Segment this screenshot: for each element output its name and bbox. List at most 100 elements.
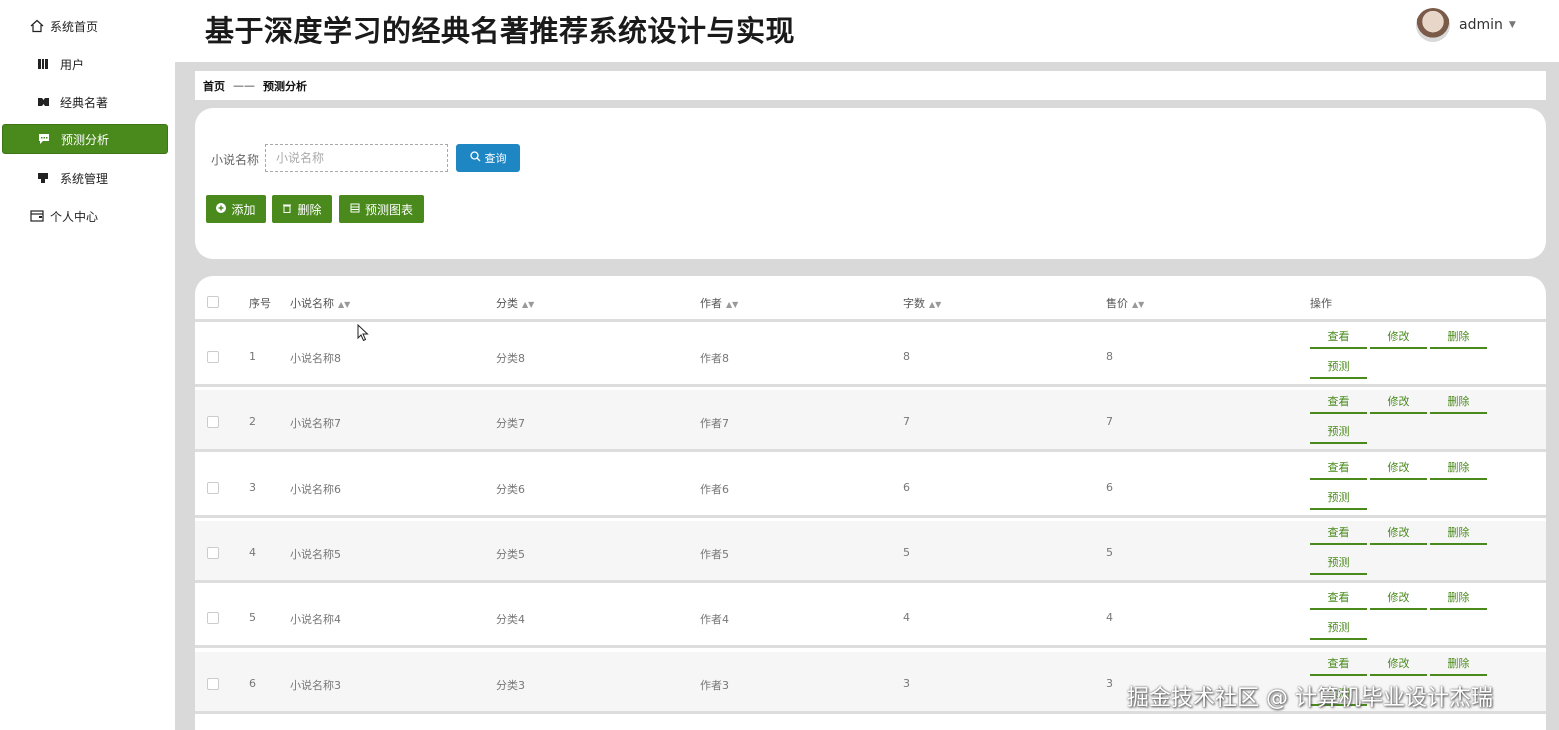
cell-name: 小说名称3 (290, 678, 341, 692)
add-button[interactable]: 添加 (206, 195, 266, 223)
sort-icon[interactable]: ▲▼ (726, 300, 738, 309)
chat-icon (37, 132, 51, 146)
sidebar-item-label: 系统首页 (50, 19, 99, 34)
predict-row-button[interactable]: 预测 (1310, 359, 1367, 379)
header-label: 字数 (903, 297, 925, 310)
row-checkbox[interactable] (207, 351, 219, 363)
cell-price: 7 (1106, 415, 1113, 429)
sort-icon[interactable]: ▲▼ (929, 300, 941, 309)
sidebar-item-prediction[interactable]: 预测分析 (2, 124, 168, 154)
sidebar-item-label: 经典名著 (60, 95, 109, 110)
table-row[interactable]: 4 小说名称5 分类5 作者5 5 5 查看 修改 删除 预测 (195, 520, 1546, 583)
data-table: 序号 小说名称 ▲▼ 分类 ▲▼ 作者 ▲▼ 字数 ▲▼ 售价 ▲▼ 操作 1 小说名称8 分… (195, 276, 1546, 730)
row-checkbox[interactable] (207, 677, 219, 690)
trash-icon (282, 203, 292, 216)
cell-index: 2 (249, 415, 256, 429)
header-category[interactable]: 分类 ▲▼ (496, 295, 534, 311)
table-row[interactable]: 1 小说名称8 分类8 作者8 8 8 查看 修改 删除 预测 (195, 325, 1546, 387)
delete-button[interactable]: 删除 (272, 195, 332, 223)
edit-row-button[interactable]: 修改 (1370, 590, 1427, 611)
sidebar-item-profile[interactable]: 个人中心 (2, 201, 168, 231)
delete-row-button[interactable]: 删除 (1430, 329, 1487, 349)
breadcrumb-separator: —— (233, 79, 255, 92)
header-price[interactable]: 售价 ▲▼ (1106, 295, 1144, 311)
delete-row-button[interactable]: 删除 (1430, 525, 1487, 545)
prediction-chart-button[interactable]: 预测图表 (339, 195, 424, 223)
sort-icon[interactable]: ▲▼ (338, 300, 350, 309)
search-button-label: 查询 (484, 152, 507, 165)
chevron-down-icon[interactable]: ▼ (1509, 20, 1516, 30)
cell-words: 6 (903, 480, 910, 494)
cell-category: 分类5 (496, 547, 525, 561)
view-row-button[interactable]: 查看 (1310, 394, 1367, 415)
edit-row-button[interactable]: 修改 (1370, 394, 1427, 415)
sort-icon[interactable]: ▲▼ (1132, 300, 1144, 309)
sidebar-item-label: 预测分析 (61, 132, 110, 147)
edit-row-button[interactable]: 修改 (1370, 329, 1427, 349)
header-label: 分类 (496, 297, 518, 310)
top-header: 基于深度学习的经典名著推荐系统设计与实现 admin ▼ (175, 0, 1559, 62)
view-row-button[interactable]: 查看 (1310, 460, 1367, 480)
delete-row-button[interactable]: 删除 (1430, 394, 1487, 415)
search-panel: 小说名称 查询 添加 删除 预测图表 (195, 108, 1546, 259)
sort-icon[interactable]: ▲▼ (522, 300, 534, 309)
view-row-button[interactable]: 查看 (1310, 590, 1367, 611)
cell-price: 3 (1106, 676, 1113, 690)
row-checkbox[interactable] (207, 416, 219, 429)
sidebar-item-system[interactable]: 系统管理 (2, 163, 168, 193)
avatar[interactable] (1416, 8, 1450, 42)
sidebar: 系统首页 用户 经典名著 预测分析 系统管理 个人中心 (0, 0, 175, 730)
table-row[interactable]: 2 小说名称7 分类7 作者7 7 7 查看 修改 删除 预测 (195, 390, 1546, 453)
cell-price: 4 (1106, 611, 1113, 625)
cell-author: 作者3 (700, 678, 729, 692)
predict-row-button[interactable]: 预测 (1310, 620, 1367, 641)
view-row-button[interactable]: 查看 (1310, 525, 1367, 545)
table-row[interactable]: 5 小说名称4 分类4 作者4 4 4 查看 修改 删除 预测 (195, 586, 1546, 649)
table-row[interactable]: 3 小说名称6 分类6 作者6 6 6 查看 修改 删除 预测 (195, 456, 1546, 518)
edit-row-button[interactable]: 修改 (1370, 460, 1427, 480)
cell-words: 5 (903, 545, 910, 559)
sidebar-item-books[interactable]: 经典名著 (2, 87, 168, 117)
cell-category: 分类6 (496, 482, 525, 496)
row-checkbox[interactable] (207, 546, 219, 559)
main-content: 首页 —— 预测分析 小说名称 查询 添加 删除 (175, 62, 1559, 730)
row-checkbox[interactable] (207, 481, 219, 494)
cell-name: 小说名称4 (290, 613, 341, 627)
watermark: 掘金技术社区 @ 计算机毕业设计杰瑞 (1127, 686, 1493, 711)
cell-name: 小说名称5 (290, 547, 341, 561)
user-menu[interactable]: admin ▼ (1416, 8, 1516, 42)
username[interactable]: admin (1459, 17, 1503, 33)
cell-index: 3 (249, 480, 256, 494)
select-all-checkbox[interactable] (207, 296, 219, 308)
sidebar-item-users[interactable]: 用户 (2, 49, 168, 79)
user-icon (36, 57, 50, 71)
delete-row-button[interactable]: 删除 (1430, 460, 1487, 480)
header-name[interactable]: 小说名称 ▲▼ (290, 295, 350, 311)
cell-index: 6 (249, 676, 256, 690)
edit-row-button[interactable]: 修改 (1370, 525, 1427, 545)
delete-row-button[interactable]: 删除 (1430, 656, 1487, 676)
header-words[interactable]: 字数 ▲▼ (903, 295, 941, 311)
predict-row-button[interactable]: 预测 (1310, 424, 1367, 445)
settings-icon (36, 171, 50, 185)
table-header: 序号 小说名称 ▲▼ 分类 ▲▼ 作者 ▲▼ 字数 ▲▼ 售价 ▲▼ 操作 (195, 276, 1546, 322)
cell-index: 5 (249, 611, 256, 625)
header-author[interactable]: 作者 ▲▼ (700, 295, 738, 311)
search-icon (469, 151, 481, 165)
row-checkbox[interactable] (207, 612, 219, 625)
sidebar-item-home[interactable]: 系统首页 (2, 11, 168, 41)
view-row-button[interactable]: 查看 (1310, 329, 1367, 349)
view-row-button[interactable]: 查看 (1310, 656, 1367, 676)
predict-row-button[interactable]: 预测 (1310, 555, 1367, 575)
breadcrumb-home[interactable]: 首页 (203, 78, 225, 94)
cell-index: 1 (249, 350, 256, 363)
sidebar-item-label: 用户 (60, 57, 85, 72)
delete-row-button[interactable]: 删除 (1430, 590, 1487, 611)
search-label: 小说名称 (211, 153, 260, 167)
search-button[interactable]: 查询 (456, 144, 520, 172)
edit-row-button[interactable]: 修改 (1370, 656, 1427, 676)
prediction-chart-label: 预测图表 (364, 202, 413, 217)
predict-row-button[interactable]: 预测 (1310, 490, 1367, 510)
cell-category: 分类3 (496, 678, 525, 692)
search-input[interactable] (265, 144, 448, 172)
